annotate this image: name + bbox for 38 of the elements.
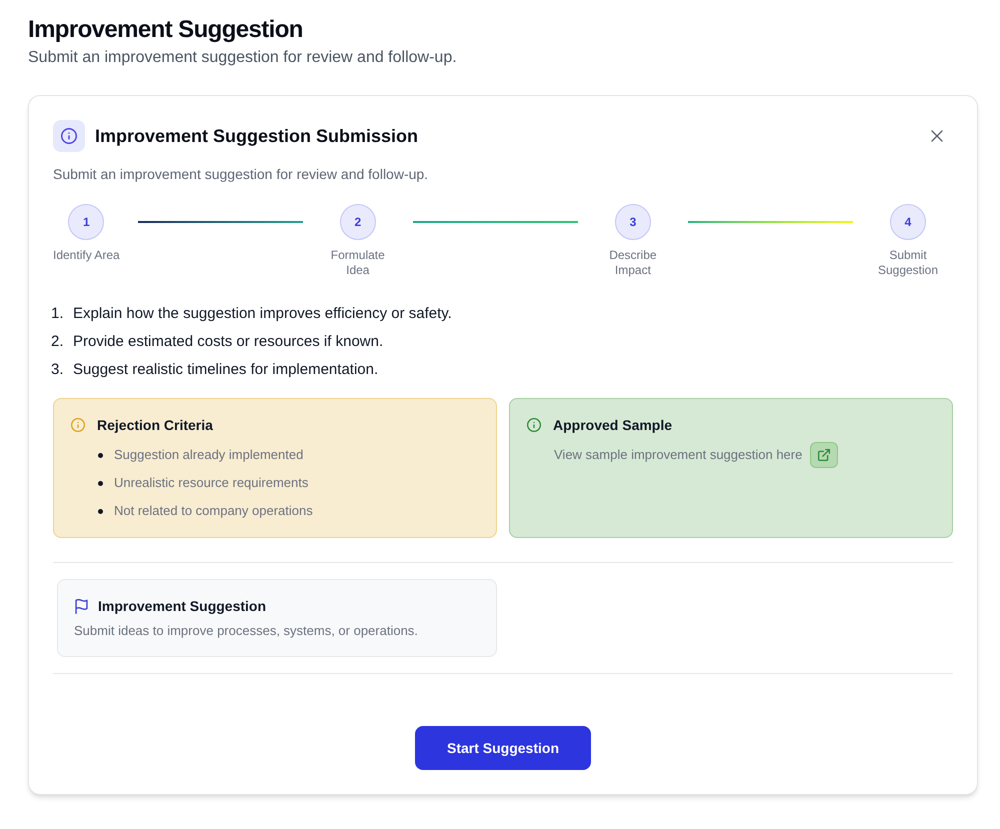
external-link-button[interactable] <box>810 442 838 468</box>
instruction-text: Provide estimated costs or resources if known. <box>73 332 384 352</box>
bullet-icon <box>98 452 103 458</box>
step-label: Describe Impact <box>608 248 658 278</box>
step-label: Submit Suggestion <box>876 248 940 278</box>
criteria-item: Suggestion already implemented <box>114 446 304 464</box>
step-label: Formulate Idea <box>330 248 386 278</box>
external-link-icon <box>818 449 830 461</box>
close-icon[interactable] <box>931 130 943 142</box>
list-number: 2. <box>51 332 65 352</box>
info-icon <box>53 120 85 152</box>
panel-title: Rejection Criteria <box>97 416 213 435</box>
start-suggestion-button[interactable]: Start Suggestion <box>415 726 591 770</box>
info-icon <box>71 418 85 432</box>
list-number: 1. <box>51 304 65 324</box>
panel-title: Approved Sample <box>553 416 672 435</box>
bullet-icon <box>98 480 103 486</box>
page-title: Improvement Suggestion <box>28 15 304 45</box>
step-label: Identify Area <box>53 248 120 263</box>
dialog-title: Improvement Suggestion Submission <box>95 125 418 148</box>
step-number: 3 <box>614 204 651 240</box>
category-description: Submit ideas to improve processes, systems, or operations. <box>74 622 419 640</box>
instruction-text: Suggest realistic timelines for implementation. <box>73 360 378 380</box>
instruction-text: Explain how the suggestion improves efficiency or safety. <box>73 304 452 324</box>
page-subtitle: Submit an improvement suggestion for review and follow-up. <box>28 48 458 68</box>
dialog-description: Submit an improvement suggestion for review and follow-up. <box>53 165 430 184</box>
flag-icon <box>75 598 88 614</box>
category-title: Improvement Suggestion <box>98 597 266 616</box>
category-card[interactable]: Improvement Suggestion Submit ideas to improve processes, systems, or operations. <box>57 579 497 657</box>
sample-text: View sample improvement suggestion here <box>554 446 802 464</box>
step-number: 2 <box>340 204 376 240</box>
info-icon <box>527 418 541 432</box>
step-number: 1 <box>68 204 104 240</box>
step-number: 4 <box>890 204 926 240</box>
criteria-item: Unrealistic resource requirements <box>114 474 308 492</box>
list-number: 3. <box>51 360 65 380</box>
bullet-icon <box>98 508 103 514</box>
criteria-item: Not related to company operations <box>114 502 313 520</box>
